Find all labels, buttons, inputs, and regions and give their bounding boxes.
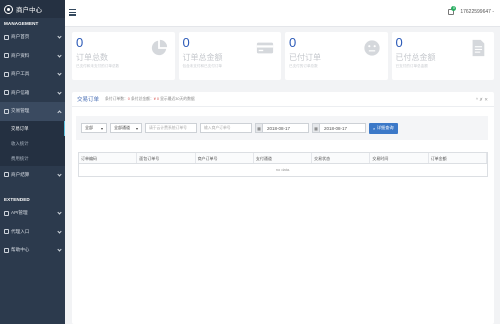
calendar-icon: ▦ (312, 123, 320, 133)
sidebar: 商户中心 MANAGEMENT 商户首页 商户资料 商户工具 商户信箱 交易管理… (0, 0, 65, 324)
stats-row: 0 订单总数 已支付和未支付的订单总数 0 订单总金额 包含未支付和已支付订单 … (72, 32, 494, 80)
sidebar-item-messages[interactable]: 商户信箱 (0, 84, 65, 103)
monitor-icon (4, 71, 9, 77)
submenu-item-fees[interactable]: 费用统计 (0, 151, 65, 166)
sidebar-item-orders[interactable]: 交易管理 (0, 102, 65, 121)
stat-note: 包含未支付和已支付订单 (182, 64, 223, 68)
chevron-down-icon (57, 210, 62, 215)
chevron-down-icon (57, 52, 62, 58)
column-header[interactable]: 面包订单号 (137, 153, 196, 163)
stat-card-paid-orders: 0 已付订单 已支付的订单总数 (285, 32, 388, 80)
panel-title: 交易订单 (77, 97, 100, 103)
sidebar-item-tools[interactable]: 商户工具 (0, 65, 65, 84)
document-icon (472, 39, 485, 57)
panel-summary: 条付订单数：0 条付总金额：¥ 0 显示最近30天的数据 (105, 96, 195, 101)
table-header: 订单编码 面包订单号 商户订单号 支付通道 交易状态 交易时间 订单金额 (79, 153, 487, 164)
orders-table: 订单编码 面包订单号 商户订单号 支付通道 交易状态 交易时间 订单金额 no … (78, 152, 488, 177)
notification-badge: 0 (451, 6, 457, 11)
column-header[interactable]: 支付通道 (254, 153, 313, 163)
chevron-down-icon (57, 228, 62, 234)
search-icon: ⌕ (373, 125, 376, 131)
mail-icon (4, 90, 9, 96)
chevron-down-icon (57, 171, 62, 177)
column-header[interactable]: 订单金额 (429, 153, 487, 163)
brand: 商户中心 (0, 0, 65, 18)
column-header[interactable]: 商户订单号 (196, 153, 254, 163)
column-header[interactable]: 交易状态 (312, 153, 371, 163)
section-extended: EXTENDED (4, 197, 30, 202)
chevron-down-icon (57, 89, 62, 95)
sidebar-item-api[interactable]: API管理 (0, 204, 65, 223)
stat-card-paid-amount: 0 已付总金额 已支付的订单总金额 (391, 32, 494, 80)
sidebar-item-help[interactable]: 帮助中心 (0, 241, 65, 260)
search-button[interactable]: ⌕ 详细查询 (369, 122, 398, 134)
user-menu[interactable]: 0 17622599647 - (448, 6, 494, 15)
face-icon (363, 40, 380, 56)
date-start-picker[interactable]: ▦ 2018-08-17 (255, 123, 309, 133)
empty-message: no data. (275, 167, 291, 172)
order-number-input[interactable]: 请于云计费系统订单号 (145, 123, 197, 133)
sidebar-item-settlement[interactable]: 商户结算 (0, 166, 65, 185)
panel-tools[interactable]: ^ ✗ ✕ (476, 97, 488, 103)
column-header[interactable]: 交易时间 (370, 153, 429, 163)
channel-select[interactable]: 全部通道 ▾ (110, 123, 142, 133)
stat-card-order-amount: 0 订单总金额 包含未支付和已支付订单 (178, 32, 281, 80)
sidebar-item-profile[interactable]: 商户资料 (0, 47, 65, 66)
submenu-item-income[interactable]: 收入统计 (0, 136, 65, 151)
user-phone[interactable]: 17622599647 - (460, 9, 494, 15)
status-select[interactable]: 全部 ▾ (81, 123, 107, 133)
date-end-picker[interactable]: ▦ 2018-08-17 (312, 123, 366, 133)
chevron-down-icon (57, 34, 62, 39)
column-header[interactable]: 订单编码 (79, 153, 138, 163)
caret-down-icon: ▾ (100, 125, 103, 131)
calendar-icon: ▦ (255, 123, 263, 133)
credit-card-icon (256, 42, 274, 54)
panel-header: 交易订单 条付订单数：0 条付总金额：¥ 0 显示最近30天的数据 ^ ✗ ✕ (72, 92, 494, 107)
caret-down-icon: ▾ (135, 125, 138, 131)
code-icon (4, 210, 9, 216)
stat-note: 已支付的订单总金额 (395, 64, 428, 68)
chevron-down-icon (57, 71, 62, 76)
help-icon (4, 247, 9, 253)
orders-panel: 交易订单 条付订单数：0 条付总金额：¥ 0 显示最近30天的数据 ^ ✗ ✕ … (72, 92, 494, 324)
merchant-order-input[interactable]: 输入商户订单号 (200, 123, 252, 133)
submenu-orders: 交易订单 收入统计 费用统计 (0, 120, 65, 166)
notification-icon[interactable]: 0 (448, 6, 457, 15)
stat-card-order-count: 0 订单总数 已支付和未支付的订单总数 (72, 32, 175, 80)
user-icon (4, 53, 9, 59)
filter-bar: 全部 ▾ 全部通道 ▾ 请于云计费系统订单号 输入商户订单号 ▦ 2018-08-17… (76, 116, 488, 140)
submenu-item-orders[interactable]: 交易订单 (0, 120, 65, 136)
wallet-icon (4, 172, 9, 178)
sidebar-item-proxy[interactable]: 代理入口 (0, 223, 65, 242)
link-icon (4, 229, 9, 235)
sidebar-item-home[interactable]: 商户首页 (0, 28, 65, 47)
brand-title: 商户中心 (16, 7, 42, 14)
pie-chart-icon (151, 39, 167, 56)
chevron-down-icon (57, 247, 62, 252)
chevron-up-icon (57, 109, 62, 115)
chart-icon (4, 108, 9, 114)
section-management: MANAGEMENT (4, 21, 39, 26)
home-icon (4, 34, 9, 40)
stat-note: 已支付和未支付的订单总数 (76, 64, 120, 68)
logo-icon (4, 4, 13, 14)
stat-note: 已支付的订单总数 (289, 64, 318, 68)
menu-icon[interactable] (69, 9, 76, 17)
topbar: 0 17622599647 - (65, 0, 500, 27)
